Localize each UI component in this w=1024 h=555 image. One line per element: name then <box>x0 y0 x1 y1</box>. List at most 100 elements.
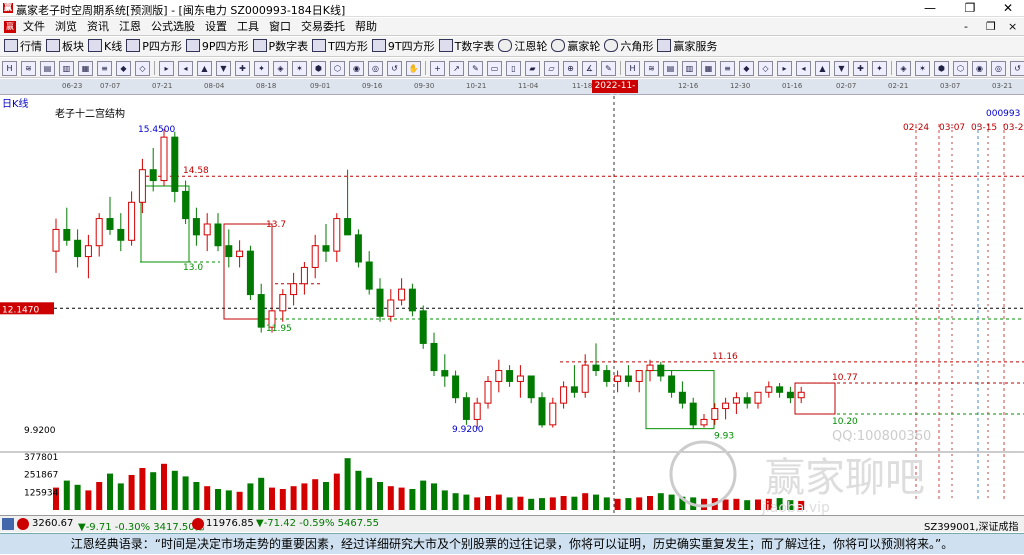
menu-item-8[interactable]: 交易委托 <box>296 18 350 36</box>
drawing-tool-icon[interactable]: ▥ <box>682 61 697 76</box>
drawing-tool-icon[interactable]: ✎ <box>601 61 616 76</box>
candle-body <box>786 391 794 399</box>
drawing-tool-icon[interactable]: ◇ <box>135 61 150 76</box>
volume-bar <box>333 473 340 510</box>
toolbar-button-7[interactable]: 9T四方形 <box>371 37 435 57</box>
drawing-tool-icon[interactable]: ▼ <box>216 61 231 76</box>
menu-item-1[interactable]: 浏览 <box>50 18 82 36</box>
menu-item-9[interactable]: 帮助 <box>350 18 382 36</box>
kline-chart[interactable]: 377801 251867 125934 日K线老子十二宫结构 000993 闽东电力 0… <box>0 96 1024 515</box>
drawing-tool-icon[interactable]: + <box>430 61 445 76</box>
close-button[interactable]: ✕ <box>994 0 1022 17</box>
future-date-label: 03-15 <box>971 123 997 133</box>
toolbar-button-5[interactable]: P数字表 <box>252 37 308 57</box>
mdi-close-button[interactable]: × <box>1008 18 1017 36</box>
drawing-tool-icon[interactable]: ◆ <box>116 61 131 76</box>
drawing-tool-icon[interactable]: ▱ <box>544 61 559 76</box>
minimize-button[interactable]: — <box>916 0 944 17</box>
drawing-tool-icon[interactable]: ▥ <box>59 61 74 76</box>
drawing-tool-icon[interactable]: ≋ <box>21 61 36 76</box>
menu-item-4[interactable]: 公式选股 <box>146 18 200 36</box>
candle-body <box>506 370 514 382</box>
drawing-tool-icon[interactable]: ◉ <box>972 61 987 76</box>
drawing-tool-icon[interactable]: ▦ <box>78 61 93 76</box>
toolbar-button-2[interactable]: K线 <box>88 37 122 57</box>
menu-item-5[interactable]: 设置 <box>200 18 232 36</box>
drawing-tool-icon[interactable]: ↺ <box>1010 61 1024 76</box>
drawing-tool-icon[interactable]: ≋ <box>644 61 659 76</box>
toolbar-icon-9 <box>498 39 513 52</box>
drawing-tool-icon[interactable]: ≡ <box>97 61 112 76</box>
toolbar-button-4[interactable]: 9P四方形 <box>185 37 249 57</box>
toolbar-button-6[interactable]: T四方形 <box>312 37 368 57</box>
drawing-tool-icon[interactable]: ⬡ <box>330 61 345 76</box>
drawing-tool-icon[interactable]: ◂ <box>796 61 811 76</box>
drawing-tool-icon[interactable]: ⬢ <box>311 61 326 76</box>
drawing-tool-icon[interactable]: ⬡ <box>953 61 968 76</box>
menu-item-0[interactable]: 文件 <box>18 18 50 36</box>
candle-body <box>484 380 492 404</box>
mdi-minimize-button[interactable]: - <box>964 18 968 36</box>
drawing-tool-icon[interactable]: ▲ <box>197 61 212 76</box>
toolbar-button-1[interactable]: 板块 <box>46 37 84 57</box>
toolbar-button-12[interactable]: 赢家服务 <box>657 37 717 57</box>
drawing-tool-icon[interactable]: ✦ <box>872 61 887 76</box>
candle-body <box>354 234 362 263</box>
drawing-tool-icon[interactable]: ⊕ <box>563 61 578 76</box>
maximize-button[interactable]: ❐ <box>956 0 984 17</box>
drawing-tool-icon[interactable]: ✋ <box>406 61 421 76</box>
drawing-tool-icon[interactable]: ▦ <box>701 61 716 76</box>
drawing-tool-icon[interactable]: ⬢ <box>934 61 949 76</box>
volume-bar <box>377 482 383 510</box>
toolbar-button-3[interactable]: P四方形 <box>126 37 182 57</box>
toolbar-button-8[interactable]: T数字表 <box>438 37 494 57</box>
toolbar-button-11[interactable]: 六角形 <box>604 37 653 57</box>
drawing-tool-icon[interactable]: ∡ <box>582 61 597 76</box>
drawing-tool-icon[interactable]: ◉ <box>349 61 364 76</box>
drawing-tool-icon[interactable]: ▤ <box>663 61 678 76</box>
drawing-tool-icon[interactable]: ↺ <box>387 61 402 76</box>
price-annotation: 11.95 <box>266 324 292 334</box>
drawing-tool-icon[interactable]: ▭ <box>487 61 502 76</box>
date-axis: 2022-11-28 06-23 07-07 07-21 08-04 08-18 09-0… <box>0 79 1024 104</box>
drawing-tool-icon[interactable]: ≡ <box>720 61 735 76</box>
drawing-tool-icon[interactable]: ▼ <box>834 61 849 76</box>
drawing-tool-icon[interactable]: ✚ <box>235 61 250 76</box>
drawing-tool-icon[interactable]: ▯ <box>506 61 521 76</box>
grid-icon[interactable] <box>2 518 14 530</box>
drawing-tool-icon[interactable]: ▲ <box>815 61 830 76</box>
menu-item-7[interactable]: 窗口 <box>264 18 296 36</box>
menu-item-6[interactable]: 工具 <box>232 18 264 36</box>
drawing-tool-icon[interactable]: ✶ <box>915 61 930 76</box>
drawing-tool-icon[interactable]: ◈ <box>896 61 911 76</box>
candle-body <box>279 294 287 312</box>
drawing-tool-icon[interactable]: ▸ <box>777 61 792 76</box>
drawing-tool-icon[interactable]: ◇ <box>758 61 773 76</box>
drawing-tool-icon[interactable]: H <box>2 61 17 76</box>
menu-item-3[interactable]: 江恩 <box>114 18 146 36</box>
toolbar-label-4: 9P四方形 <box>201 40 249 53</box>
toolbar-button-9[interactable]: 江恩轮 <box>498 37 547 57</box>
volume-bar <box>582 493 589 510</box>
drawing-tool-icon[interactable]: ◆ <box>739 61 754 76</box>
drawing-tool-icon[interactable]: ↗ <box>449 61 464 76</box>
drawing-tool-icon[interactable]: ◎ <box>368 61 383 76</box>
drawing-tool-icon[interactable]: ▸ <box>159 61 174 76</box>
candle-body <box>300 266 308 285</box>
drawing-tool-icon[interactable]: ▤ <box>40 61 55 76</box>
drawing-tool-icon[interactable]: ◂ <box>178 61 193 76</box>
toolbar-icon-5 <box>252 39 267 52</box>
drawing-tool-icon[interactable]: ▰ <box>525 61 540 76</box>
drawing-tool-icon[interactable]: ◎ <box>991 61 1006 76</box>
drawing-tool-icon[interactable]: ◈ <box>273 61 288 76</box>
mdi-restore-button[interactable]: ❐ <box>986 18 996 36</box>
drawing-tool-icon[interactable]: H <box>625 61 640 76</box>
drawing-tool-icon[interactable]: ✶ <box>292 61 307 76</box>
drawing-tool-icon[interactable]: ✎ <box>468 61 483 76</box>
menu-item-2[interactable]: 资讯 <box>82 18 114 36</box>
drawing-toolbar: H ≋ ▤ ▥ ▦ ≡ ◆ ◇ ▸ ◂ ▲ ▼ ✚ ✦ ◈ ✶ ⬢ ⬡ ◉ ◎ ↺ ✋ + ↗ ✎ ▭ ▯ ▰ ▱ ⊕ ∡ ✎ H ≋ ▤ ▥ ▦ ≡ ◆ ◇… <box>0 58 1024 78</box>
drawing-tool-icon[interactable]: ✦ <box>254 61 269 76</box>
toolbar-button-10[interactable]: 赢家轮 <box>551 37 600 57</box>
toolbar-button-0[interactable]: 行情 <box>4 37 42 57</box>
drawing-tool-icon[interactable]: ✚ <box>853 61 868 76</box>
